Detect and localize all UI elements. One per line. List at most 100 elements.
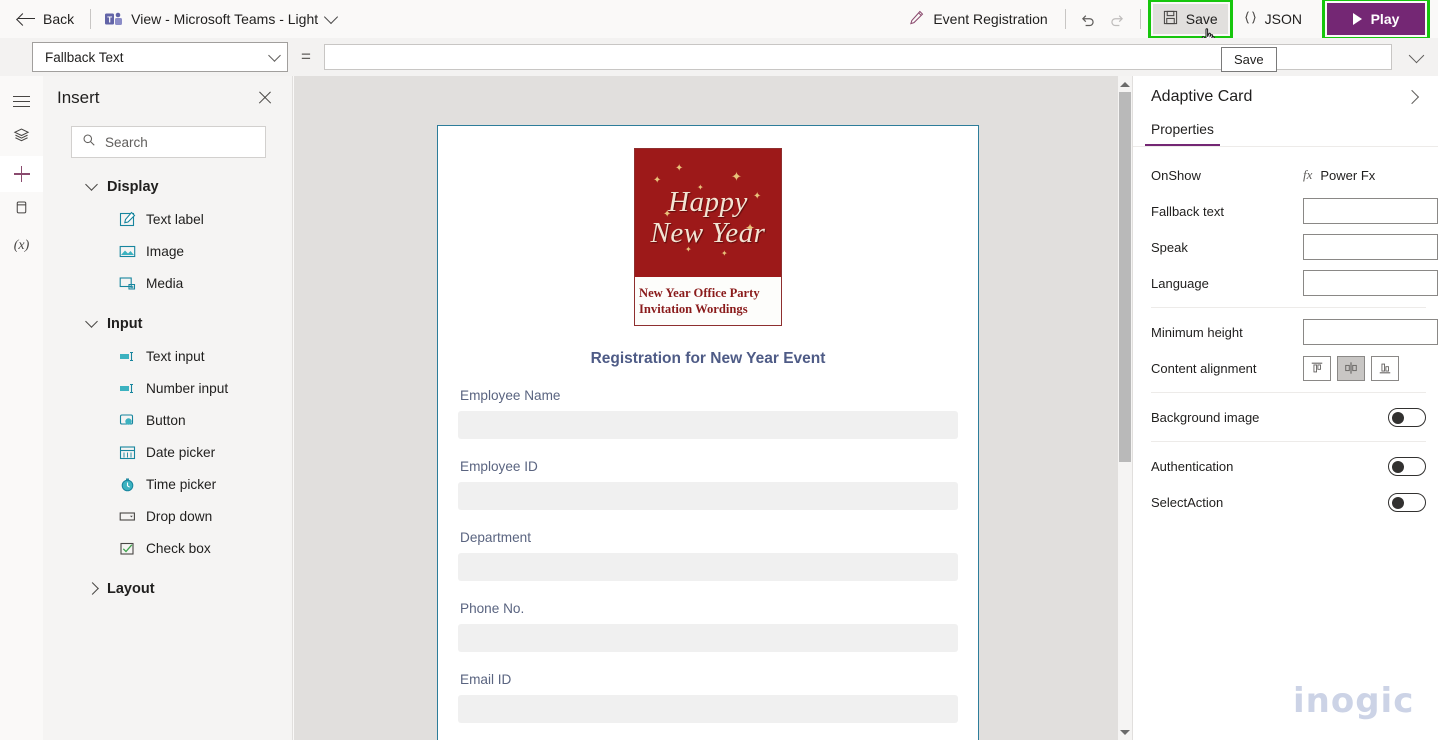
field-input[interactable] (458, 482, 958, 510)
image-icon (119, 243, 136, 260)
align-center-icon (1345, 362, 1357, 374)
properties-tabs: Properties (1133, 118, 1438, 147)
back-button[interactable]: Back (0, 0, 86, 38)
insert-item-button[interactable]: Button (43, 404, 292, 436)
insert-item-label: Number input (146, 380, 229, 396)
close-icon[interactable] (254, 87, 276, 109)
scrollbar-thumb[interactable] (1119, 92, 1131, 462)
property-row-content-alignment: Content alignment (1133, 350, 1438, 386)
play-button-label: Play (1370, 11, 1400, 27)
plus-icon (13, 166, 30, 182)
view-theme-selector[interactable]: T View - Microsoft Teams - Light (95, 0, 346, 38)
variable-icon: (x) (13, 238, 30, 253)
top-command-bar: Back T View - Microsoft Teams - Light Ev… (0, 0, 1438, 40)
insert-group-input[interactable]: Input (43, 307, 292, 340)
field-input[interactable] (458, 695, 958, 723)
background-image-toggle[interactable] (1388, 407, 1426, 427)
back-arrow-icon (18, 12, 35, 26)
insert-item-text-input[interactable]: Text input (43, 340, 292, 372)
field-input[interactable] (458, 553, 958, 581)
speak-input[interactable] (1303, 234, 1438, 260)
insert-item-date-picker[interactable]: Date picker (43, 436, 292, 468)
fx-icon: fx (1303, 167, 1313, 182)
redo-button[interactable] (1103, 3, 1133, 35)
property-row-authentication: Authentication (1133, 448, 1438, 484)
calendar-icon (119, 444, 136, 461)
insert-item-label: Text input (146, 348, 205, 364)
select-action-toggle[interactable] (1388, 492, 1426, 512)
card-field-email-id: Email ID (458, 672, 958, 723)
rail-item-tree-view[interactable] (0, 120, 43, 156)
insert-item-text-label[interactable]: Text label (43, 203, 292, 235)
insert-item-drop-down[interactable]: Drop down (43, 500, 292, 532)
field-input[interactable] (458, 411, 958, 439)
insert-item-check-box[interactable]: Check box (43, 532, 292, 564)
property-row-background-image: Background image (1133, 399, 1438, 435)
align-bottom-button[interactable] (1371, 355, 1399, 381)
chevron-down-icon (85, 178, 98, 191)
undo-icon (1082, 14, 1094, 26)
rail-item-data[interactable] (0, 192, 43, 228)
rail-item-menu[interactable] (0, 84, 43, 120)
insert-group-layout[interactable]: Layout (43, 572, 292, 605)
panel-collapse-button[interactable] (1400, 85, 1424, 109)
braces-icon (1243, 10, 1258, 28)
field-input[interactable] (458, 624, 958, 652)
property-label: Authentication (1151, 458, 1234, 474)
authentication-toggle[interactable] (1388, 456, 1426, 476)
insert-item-media[interactable]: Media (43, 267, 292, 299)
insert-item-label: Text label (146, 211, 204, 227)
chevron-down-icon (324, 9, 339, 25)
insert-panel: Insert Display Text la (43, 76, 293, 740)
property-label: Background image (1151, 409, 1260, 425)
onshow-powerfx-button[interactable]: fx Power Fx (1303, 167, 1375, 183)
property-selector-dropdown[interactable]: Fallback Text (32, 42, 288, 72)
insert-item-label: Drop down (146, 508, 213, 524)
insert-search-box[interactable] (71, 126, 266, 158)
save-button[interactable]: Save (1152, 4, 1228, 34)
minimum-height-input[interactable] (1303, 319, 1438, 345)
tab-properties[interactable]: Properties (1145, 118, 1220, 147)
media-icon (119, 275, 136, 292)
card-field-employee-id: Employee ID (458, 459, 958, 510)
checkbox-icon (119, 540, 136, 557)
scroll-up-arrow-icon[interactable] (1118, 76, 1132, 92)
formula-bar-expand-button[interactable] (1394, 38, 1438, 76)
scroll-down-arrow-icon[interactable] (1118, 724, 1132, 740)
toolbar-divider (1139, 9, 1141, 29)
align-center-button[interactable] (1337, 355, 1365, 381)
undo-button[interactable] (1073, 3, 1103, 35)
insert-item-number-input[interactable]: Number input (43, 372, 292, 404)
field-label: Email ID (460, 672, 512, 687)
play-button[interactable]: Play (1327, 3, 1425, 35)
rename-card-button[interactable]: Event Registration (899, 2, 1057, 36)
card-title: Registration for New Year Event (590, 350, 826, 367)
chevron-down-icon (268, 48, 281, 62)
button-icon (119, 412, 136, 429)
insert-item-time-picker[interactable]: Time picker (43, 468, 292, 500)
property-label: Minimum height (1151, 324, 1243, 340)
rail-item-insert[interactable] (0, 156, 43, 192)
insert-item-image[interactable]: Image (43, 235, 292, 267)
align-top-icon (1311, 362, 1323, 373)
property-label: SelectAction (1151, 494, 1224, 510)
toolbar-divider (90, 9, 92, 29)
canvas-scrollbar[interactable] (1118, 76, 1132, 740)
card-image-happy-new-year[interactable]: ✦ ✦ ✦ ✦ ✦ ✦ ✦ ✦ ✦ Happy New Year New Yea… (634, 148, 782, 326)
save-button-highlight: Save (1147, 0, 1233, 39)
fallback-text-input[interactable] (1303, 198, 1438, 224)
search-input[interactable] (105, 134, 255, 150)
left-icon-rail: (x) (0, 76, 43, 740)
chevron-right-icon (1404, 89, 1420, 105)
insert-panel-header: Insert (43, 76, 292, 120)
insert-group-display[interactable]: Display (43, 170, 292, 203)
rail-item-variables[interactable]: (x) (0, 228, 43, 264)
adaptive-card[interactable]: ✦ ✦ ✦ ✦ ✦ ✦ ✦ ✦ ✦ Happy New Year New Yea… (437, 125, 979, 740)
property-row-minimum-height: Minimum height (1133, 314, 1438, 350)
language-input[interactable] (1303, 270, 1438, 296)
property-label: Language (1151, 275, 1209, 291)
json-button[interactable]: JSON (1233, 3, 1312, 35)
align-top-button[interactable] (1303, 355, 1331, 381)
redo-icon (1111, 14, 1124, 26)
insert-panel-title: Insert (57, 88, 100, 107)
